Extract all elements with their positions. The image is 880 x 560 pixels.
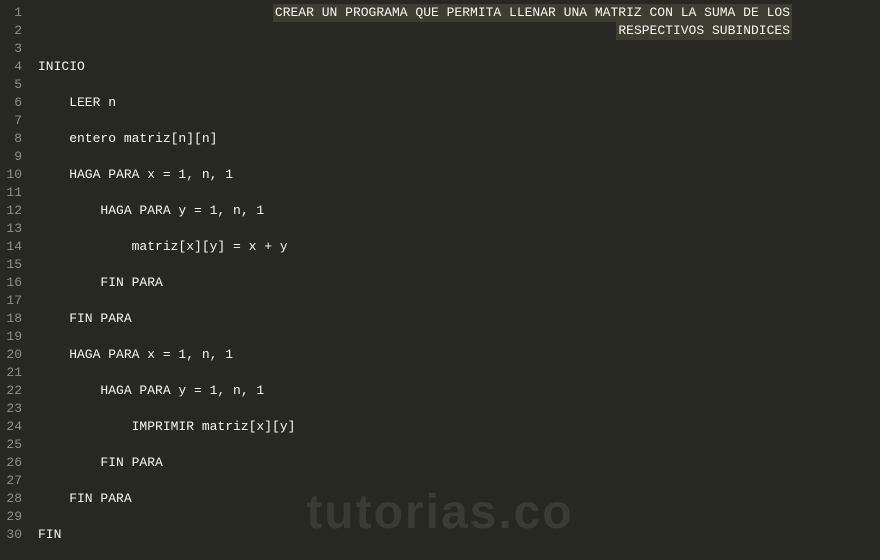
code-line[interactable]: HAGA PARA x = 1, n, 1 <box>30 166 880 184</box>
code-line[interactable]: FIN PARA <box>30 454 880 472</box>
code-line[interactable] <box>30 256 880 274</box>
line-number: 18 <box>4 310 22 328</box>
line-number: 17 <box>4 292 22 310</box>
code-line[interactable] <box>30 220 880 238</box>
line-number: 28 <box>4 490 22 508</box>
line-number: 15 <box>4 256 22 274</box>
code-line[interactable]: HAGA PARA y = 1, n, 1 <box>30 202 880 220</box>
code-line[interactable]: IMPRIMIR matriz[x][y] <box>30 418 880 436</box>
line-number: 1 <box>4 4 22 22</box>
line-number: 13 <box>4 220 22 238</box>
code-line[interactable]: FIN PARA <box>30 310 880 328</box>
code-line[interactable] <box>30 112 880 130</box>
code-line[interactable] <box>30 292 880 310</box>
code-line[interactable] <box>30 400 880 418</box>
code-line[interactable]: FIN PARA <box>30 274 880 292</box>
line-number: 25 <box>4 436 22 454</box>
line-number: 12 <box>4 202 22 220</box>
code-line[interactable]: FIN PARA <box>30 490 880 508</box>
code-editor: 1234567891011121314151617181920212223242… <box>0 0 880 560</box>
code-line[interactable] <box>30 472 880 490</box>
line-number: 21 <box>4 364 22 382</box>
code-line[interactable]: RESPECTIVOS·SUBINDICES <box>30 22 880 40</box>
line-number: 3 <box>4 40 22 58</box>
line-number: 8 <box>4 130 22 148</box>
line-number: 19 <box>4 328 22 346</box>
code-line[interactable]: HAGA PARA y = 1, n, 1 <box>30 382 880 400</box>
code-line[interactable] <box>30 40 880 58</box>
line-number: 29 <box>4 508 22 526</box>
code-line[interactable] <box>30 148 880 166</box>
line-number: 14 <box>4 238 22 256</box>
line-number: 2 <box>4 22 22 40</box>
line-number: 24 <box>4 418 22 436</box>
line-number: 26 <box>4 454 22 472</box>
line-number: 16 <box>4 274 22 292</box>
line-number: 7 <box>4 112 22 130</box>
line-number: 9 <box>4 148 22 166</box>
code-line[interactable] <box>30 436 880 454</box>
line-number: 4 <box>4 58 22 76</box>
line-number-gutter: 1234567891011121314151617181920212223242… <box>0 0 30 560</box>
code-line[interactable] <box>30 184 880 202</box>
code-line[interactable]: INICIO <box>30 58 880 76</box>
line-number: 20 <box>4 346 22 364</box>
code-line[interactable]: FIN <box>30 526 880 544</box>
code-line[interactable]: matriz[x][y] = x + y <box>30 238 880 256</box>
code-line[interactable] <box>30 328 880 346</box>
line-number: 27 <box>4 472 22 490</box>
code-line[interactable]: CREAR·UN·PROGRAMA·QUE·PERMITA·LLENAR·UNA… <box>30 4 880 22</box>
line-number: 6 <box>4 94 22 112</box>
code-line[interactable] <box>30 76 880 94</box>
line-number: 5 <box>4 76 22 94</box>
code-line[interactable] <box>30 508 880 526</box>
line-number: 23 <box>4 400 22 418</box>
code-line[interactable]: LEER n <box>30 94 880 112</box>
code-line[interactable]: entero matriz[n][n] <box>30 130 880 148</box>
line-number: 11 <box>4 184 22 202</box>
line-number: 10 <box>4 166 22 184</box>
code-line[interactable]: HAGA PARA x = 1, n, 1 <box>30 346 880 364</box>
line-number: 22 <box>4 382 22 400</box>
code-content-area[interactable]: CREAR·UN·PROGRAMA·QUE·PERMITA·LLENAR·UNA… <box>30 0 880 560</box>
code-line[interactable] <box>30 364 880 382</box>
line-number: 30 <box>4 526 22 544</box>
